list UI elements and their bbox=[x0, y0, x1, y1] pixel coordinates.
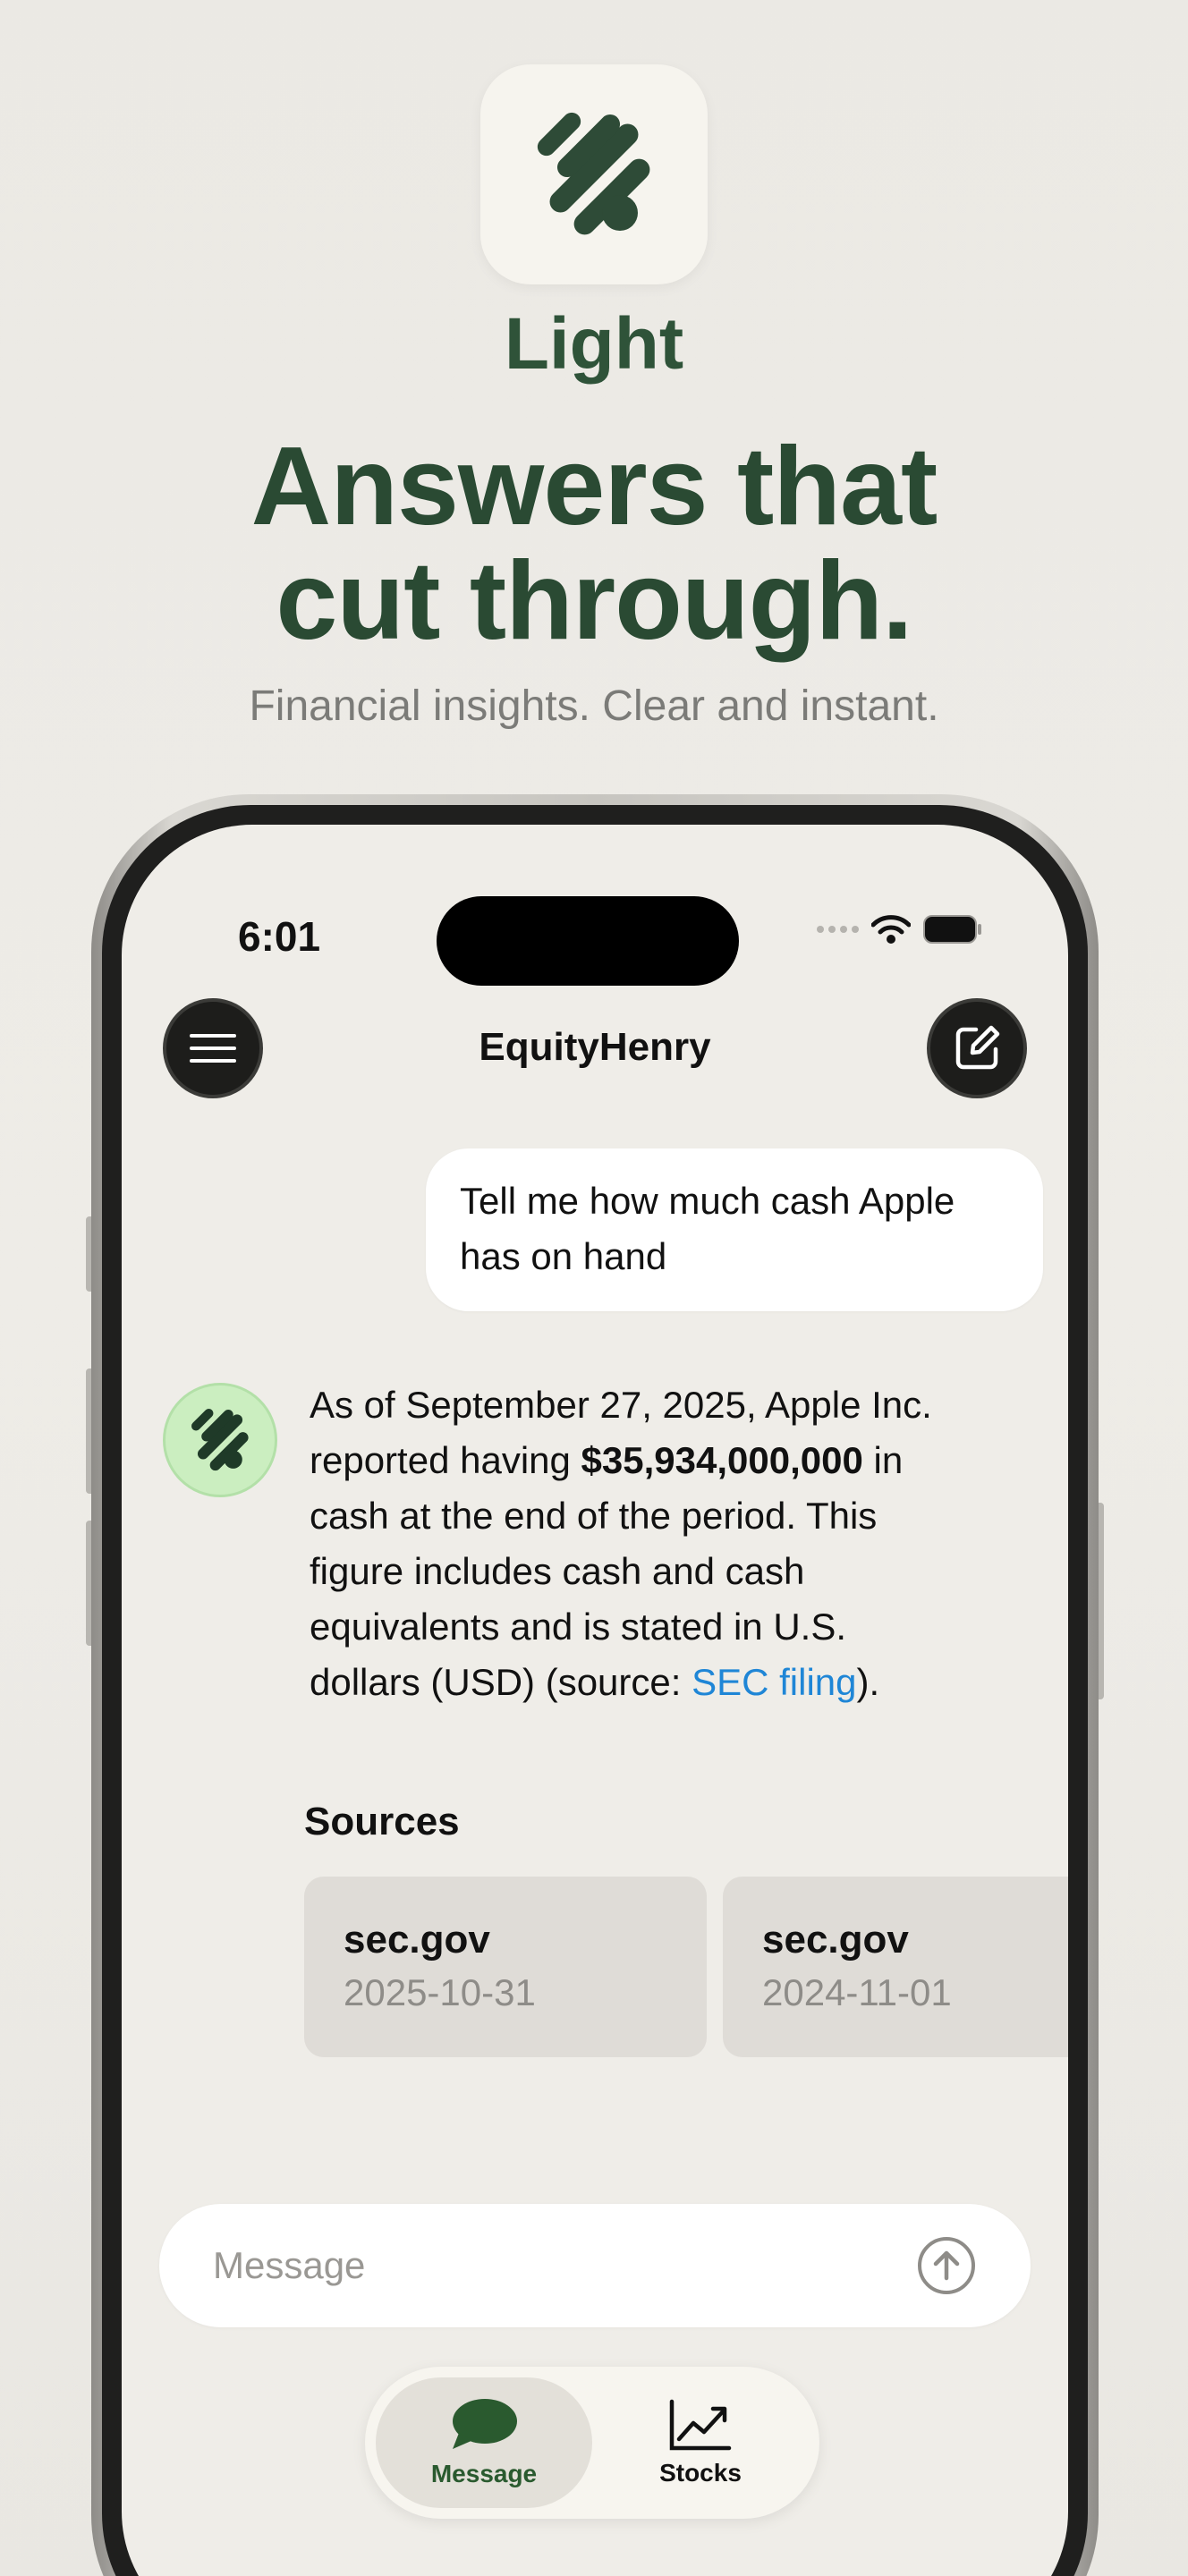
app-icon bbox=[480, 64, 708, 284]
cellular-signal-icon bbox=[817, 926, 859, 933]
status-time: 6:01 bbox=[238, 913, 321, 960]
phone-bezel: 6:01 EquityHenry Tell me how much cash A… bbox=[102, 805, 1088, 2576]
headline: Answers that cut through. bbox=[0, 429, 1188, 658]
assistant-avatar bbox=[163, 1383, 277, 1497]
wifi-icon bbox=[871, 915, 911, 944]
headline-line-2: cut through. bbox=[276, 539, 912, 663]
app-name: Light bbox=[504, 303, 684, 385]
sec-filing-link[interactable]: SEC filing bbox=[692, 1661, 856, 1703]
source-date: 2025-10-31 bbox=[344, 1971, 536, 2013]
logo-icon bbox=[537, 112, 650, 235]
phone-frame: 6:01 EquityHenry Tell me how much cash A… bbox=[91, 794, 1099, 2576]
chat-bubble-icon bbox=[453, 2399, 517, 2449]
phone-screen: 6:01 EquityHenry Tell me how much cash A… bbox=[122, 825, 1068, 2576]
reply-text: ). bbox=[856, 1661, 880, 1703]
cash-amount: $35,934,000,000 bbox=[581, 1439, 863, 1481]
assistant-message: As of September 27, 2025, Apple Inc. rep… bbox=[310, 1377, 963, 1710]
dynamic-island bbox=[437, 896, 739, 986]
tab-label: Message bbox=[430, 2460, 538, 2487]
source-domain: sec.gov bbox=[762, 1918, 909, 1962]
source-card[interactable]: sec.gov 2025-10-31 bbox=[304, 1877, 707, 2057]
headline-line-1: Answers that bbox=[250, 425, 938, 548]
tagline: Financial insights. Clear and instant. bbox=[249, 682, 939, 730]
logo-icon bbox=[191, 1408, 249, 1471]
chart-line-icon bbox=[669, 2399, 732, 2451]
tab-message[interactable]: Message bbox=[376, 2377, 592, 2508]
sources-title: Sources bbox=[304, 1800, 460, 1843]
message-input[interactable] bbox=[213, 2244, 916, 2287]
user-message-bubble: Tell me how much cash Apple has on hand bbox=[426, 1148, 1043, 1311]
send-icon[interactable] bbox=[916, 2235, 977, 2296]
tab-stocks[interactable]: Stocks bbox=[592, 2377, 809, 2508]
tab-label: Stocks bbox=[659, 2459, 742, 2487]
source-domain: sec.gov bbox=[344, 1918, 490, 1962]
new-chat-button[interactable] bbox=[927, 998, 1027, 1098]
message-composer bbox=[159, 2204, 1031, 2327]
compose-icon bbox=[955, 1025, 1000, 1070]
battery-icon bbox=[923, 915, 981, 944]
source-date: 2024-11-01 bbox=[762, 1971, 952, 2013]
status-icons bbox=[817, 914, 982, 945]
sources-list: sec.gov 2025-10-31 sec.gov 2024-11-01 bbox=[304, 1877, 1068, 2057]
source-card[interactable]: sec.gov 2024-11-01 bbox=[723, 1877, 1068, 2057]
tab-bar: Message Stocks bbox=[365, 2367, 819, 2519]
